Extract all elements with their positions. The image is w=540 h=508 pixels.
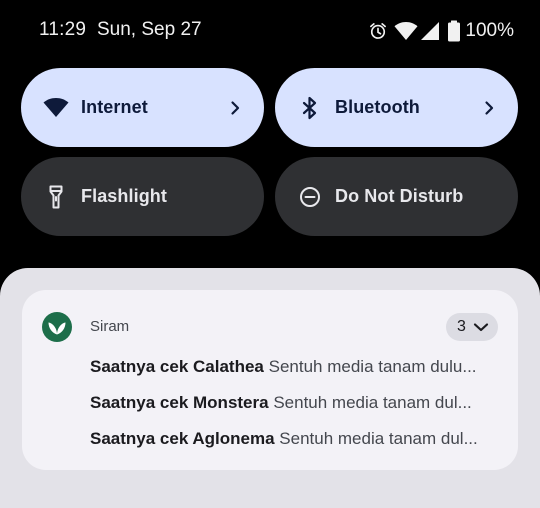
notification-count: 3 bbox=[457, 318, 466, 335]
notification-item[interactable]: Saatnya cek Aglonema Sentuh media tanam … bbox=[90, 429, 498, 449]
clock: 11:29 bbox=[39, 19, 87, 40]
flashlight-icon bbox=[49, 185, 63, 209]
tile-bluetooth[interactable]: Bluetooth bbox=[275, 68, 518, 147]
app-icon bbox=[42, 312, 72, 342]
chevron-right-icon bbox=[231, 101, 240, 115]
do-not-disturb-icon bbox=[300, 187, 320, 207]
app-name: Siram bbox=[90, 318, 130, 335]
tile-internet[interactable]: Internet bbox=[21, 68, 264, 147]
notification-title: Saatnya cek Monstera bbox=[90, 393, 269, 412]
wifi-icon bbox=[394, 22, 418, 40]
notification-card[interactable]: Siram 3 Saatnya cek Calathea Sentuh medi… bbox=[22, 290, 518, 470]
chevron-right-icon bbox=[485, 101, 494, 115]
bluetooth-icon bbox=[302, 96, 317, 120]
notification-body: Sentuh media tanam dulu... bbox=[268, 357, 477, 376]
notification-body: Sentuh media tanam dul... bbox=[273, 393, 472, 412]
tile-do-not-disturb[interactable]: Do Not Disturb bbox=[275, 157, 518, 236]
chevron-down-icon bbox=[473, 323, 489, 332]
status-icons: 100% bbox=[368, 20, 514, 42]
tile-label: Flashlight bbox=[81, 186, 167, 206]
battery-icon bbox=[448, 20, 461, 42]
battery-percent: 100% bbox=[465, 20, 514, 41]
tile-label: Bluetooth bbox=[335, 97, 420, 117]
notification-title: Saatnya cek Calathea bbox=[90, 357, 264, 376]
tile-label: Internet bbox=[81, 97, 148, 117]
date: Sun, Sep 27 bbox=[97, 19, 202, 40]
expand-button[interactable]: 3 bbox=[446, 313, 498, 341]
leaf-icon bbox=[48, 322, 66, 335]
status-bar: 11:29 Sun, Sep 27 100% bbox=[0, 0, 540, 64]
wifi-icon bbox=[43, 98, 69, 117]
tile-flashlight[interactable]: Flashlight bbox=[21, 157, 264, 236]
notification-title: Saatnya cek Aglonema bbox=[90, 429, 275, 448]
notification-body: Sentuh media tanam dul... bbox=[279, 429, 478, 448]
notification-item[interactable]: Saatnya cek Monstera Sentuh media tanam … bbox=[90, 393, 498, 413]
notification-item[interactable]: Saatnya cek Calathea Sentuh media tanam … bbox=[90, 357, 498, 377]
tile-label: Do Not Disturb bbox=[335, 186, 464, 206]
alarm-icon bbox=[370, 23, 387, 39]
cellular-signal-icon bbox=[421, 22, 440, 40]
